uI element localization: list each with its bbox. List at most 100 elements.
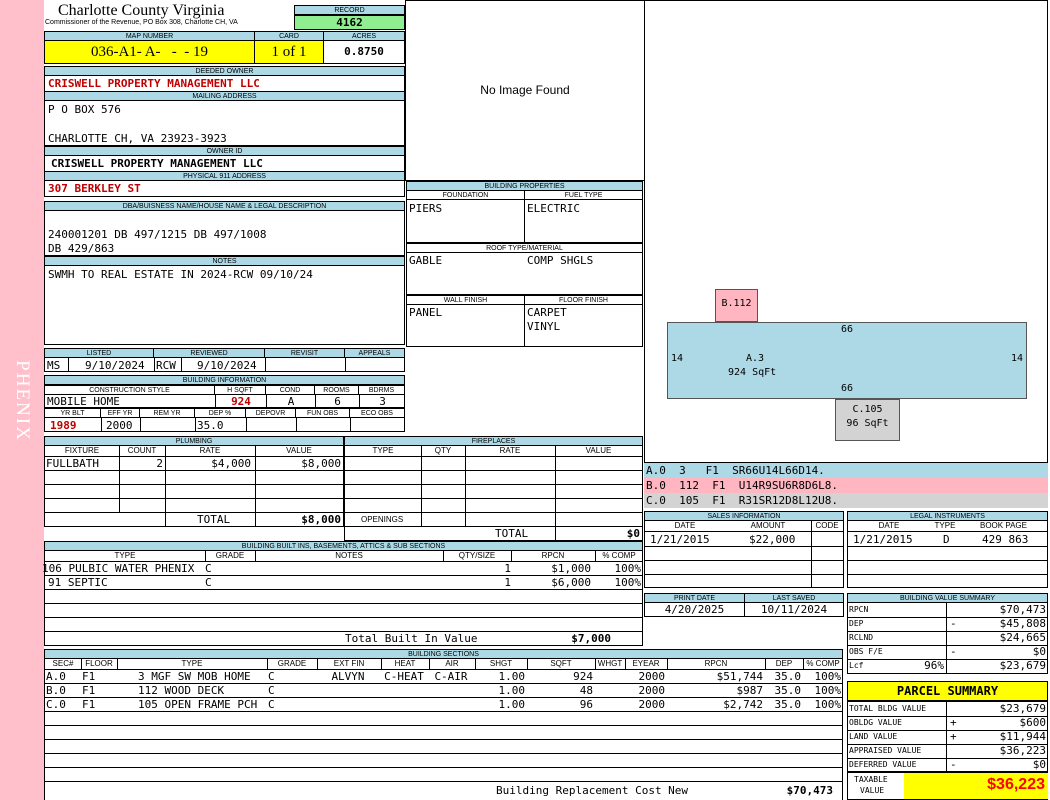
sketch-legend-row: A.0 3 F1 SR66U14L66D14. [644,463,1048,478]
sections-header: DEP [775,659,793,668]
builtins-total: $7,000 [571,632,611,645]
value-summary-label: RCLND [849,633,874,642]
section-comp: 100% [814,670,842,683]
taxable-label-1: TAXABLE [854,775,888,784]
print-date: 4/20/2025 [644,602,745,617]
section-sec: A.0 [46,670,66,683]
commissioner-address: Commissioner of the Revenue, PO Box 308,… [45,19,238,26]
taxable-label-2: VALUE [860,786,885,795]
sections-total-label: Building Replacement Cost New [496,784,689,797]
sections-header: SHGT [489,659,513,668]
plumbing-total-label: TOTAL [197,513,231,526]
fireplaces-header: QTY [434,446,452,455]
roof-type-value: GABLE [409,254,443,267]
listing-row: MS 9/10/2024 RCW 9/10/2024 [44,357,405,372]
legal-header: TYPE [934,521,956,530]
sections-header: TYPE [181,659,203,668]
parcel-summary-label: LAND VALUE [849,732,898,741]
roof-material-value: COMP SHGLS [527,254,594,267]
section-type: 112 WOOD DECK [138,684,225,697]
sketch-legend: A.0 3 F1 SR66U14L66D14. B.0 112 F1 U14R9… [644,463,1048,509]
section-eyear: 2000 [638,670,666,683]
dep-value: 35.0 [197,419,224,432]
value-summary-value: $45,808 [999,617,1046,630]
plumbing-header: RATE [199,446,221,455]
mailing-line2: CHARLOTTE CH, VA 23923-3923 [48,132,227,145]
map-number: 036-A1- A- - - 19 [44,40,255,64]
plumbing-count: 2 [156,457,163,470]
sketch-legend-row: C.0 105 F1 R31SR12D8L12U8. [644,493,1048,508]
plumbing-table: FIXTURE COUNT RATE VALUE FULLBATH 2 $4,0… [44,445,344,527]
taxable-value-box: $36,223 [904,773,1048,799]
sections-header: AIR [445,659,459,668]
section-shgt: 1.00 [498,684,526,697]
sections-header: HEAT [394,659,416,668]
foundation-box: PIERS [406,199,525,243]
sketch-c-area: 96 SqFt [846,418,889,429]
fuel-value: ELECTRIC [527,202,580,215]
owner-id: CRISWELL PROPERTY MANAGEMENT LLC [44,155,405,172]
parcel-summary-value: $11,944 [999,730,1046,743]
wall-value: PANEL [409,306,443,319]
builtin-grade: C [205,562,212,575]
legal-header: BOOK PAGE [980,521,1027,530]
plumbing-header: FIXTURE [64,446,100,455]
sales-table: DATE AMOUNT CODE 1/21/2015 $22,000 [644,520,844,588]
building-sections-table: SEC# FLOOR TYPE GRADE EXT FIN HEAT AIR SHGT SQFT… [44,658,843,800]
fireplaces-openings-label: OPENINGS [361,515,404,524]
value-summary-label: RPCN [849,605,869,614]
hsqft-value: 924 [231,395,251,408]
legal-line1: 240001201 DB 497/1215 DB 497/1008 [48,228,267,241]
section-heat: C-HEAT [384,670,424,683]
side-label: PHENIX [12,360,33,442]
sales-header: CODE [815,521,839,530]
bdrms-value: 3 [379,395,386,408]
legal-header: DATE [878,521,900,530]
floor-box: CARPET VINYL [524,304,643,347]
listed-date: 9/10/2024 [85,359,145,372]
physical-address: 307 BERKLEY ST [44,180,405,197]
builtins-header: GRADE [215,551,245,560]
section-eyear: 2000 [638,684,666,697]
fuel-box: ELECTRIC [524,199,643,243]
sections-header: % COMP [806,659,840,668]
sections-header: GRADE [277,659,307,668]
section-eyear: 2000 [638,698,666,711]
acres-value: 0.8750 [323,40,405,64]
sketch-a-right-dim: 14 [1010,353,1023,364]
section-floor: F1 [82,698,96,711]
builtins-header: RPCN [541,551,565,560]
legal-type: D [943,533,950,546]
parcel-summary-value: $23,679 [999,702,1046,715]
value-summary-label: DEP [849,619,864,628]
fireplaces-total: $0 [626,527,640,540]
sketch-a-top-dim: 66 [840,324,854,335]
section-comp: 100% [814,684,842,697]
builtin-qty: 1 [504,562,511,575]
value-summary-value: $70,473 [999,603,1046,616]
reviewed-date: 9/10/2024 [197,359,257,372]
sections-header: EYEAR [632,659,660,668]
section-ext: ALVYN [331,670,365,683]
cond-value: A [287,395,295,408]
builtin-qty: 1 [504,576,511,589]
plumbing-header: VALUE [286,446,312,455]
section-rpcn: $51,744 [716,670,763,683]
sales-header: AMOUNT [750,521,786,530]
legal-date: 1/21/2015 [853,533,913,546]
last-saved-date: 10/11/2024 [744,602,844,617]
reviewed-by: RCW [156,359,176,372]
builtin-comp: 100% [614,576,642,589]
builtin-rpcn: $6,000 [551,576,591,589]
plumbing-header: COUNT [127,446,157,455]
plumbing-total: $8,000 [301,513,341,526]
taxable-value-row: TAXABLE VALUE $36,223 [847,772,1048,800]
legal-book: 429 863 [982,533,1029,546]
value-summary-value: $24,665 [999,631,1046,644]
parcel-summary-value: $600 [1019,716,1047,729]
plumbing-rate: $4,000 [211,457,251,470]
value-summary-pct: 96% [924,659,944,672]
building-years-row: 1989 2000 35.0 [44,417,405,432]
sketch-section-a: 66 14 14 A.3 924 SqFt 66 [667,322,1027,399]
builtin-type: 91 SEPTIC [48,576,108,589]
